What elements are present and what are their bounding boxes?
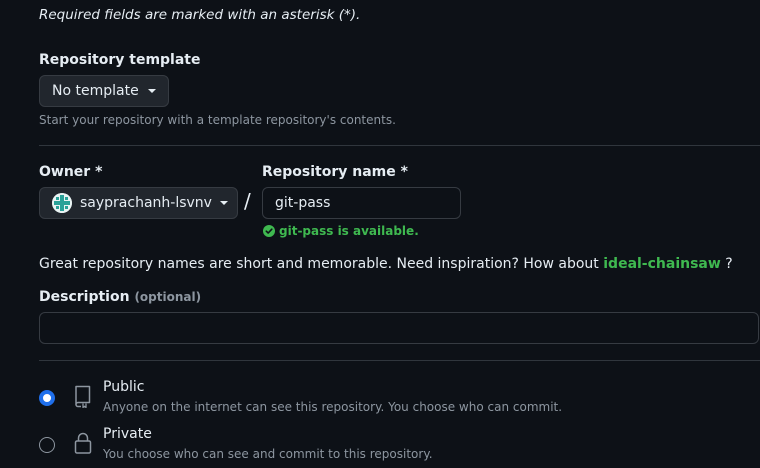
repo-name-label: Repository name * [262, 164, 408, 180]
private-radio[interactable] [39, 437, 55, 453]
owner-select-button[interactable]: sayprachanh-lsvnv [39, 187, 238, 219]
owner-repo-separator: / [244, 189, 251, 213]
avatar [52, 193, 72, 213]
public-radio[interactable] [39, 390, 55, 406]
chevron-down-icon [219, 201, 228, 205]
availability-message: git-pass is available. [263, 224, 419, 238]
name-inspiration: Great repository names are short and mem… [39, 256, 733, 272]
optional-hint: (optional) [134, 290, 202, 304]
description-input[interactable] [39, 312, 759, 344]
suggested-name-link[interactable]: ideal-chainsaw [603, 256, 721, 272]
identicon-icon [52, 193, 72, 213]
lock-icon [73, 431, 93, 459]
repo-name-input[interactable] [262, 187, 461, 219]
repo-icon [73, 384, 93, 412]
owner-select-value: sayprachanh-lsvnv [80, 195, 212, 211]
template-label: Repository template [39, 52, 201, 68]
private-description: You choose who can see and commit to thi… [103, 447, 433, 461]
inspiration-tail: ? [725, 256, 733, 272]
required-fields-note: Required fields are marked with an aster… [39, 7, 361, 23]
new-repository-form: Required fields are marked with an aster… [0, 0, 760, 468]
chevron-down-icon [148, 89, 156, 93]
description-label-text: Description [39, 289, 130, 305]
availability-text: git-pass is available. [279, 224, 419, 238]
owner-label: Owner * [39, 164, 103, 180]
template-select-button[interactable]: No template [39, 75, 169, 107]
description-label: Description (optional) [39, 289, 201, 305]
template-select-value: No template [52, 83, 139, 99]
section-divider [39, 360, 760, 361]
section-divider [39, 145, 760, 146]
inspiration-text: Great repository names are short and mem… [39, 256, 599, 272]
public-title: Public [103, 379, 145, 395]
check-circle-icon [263, 225, 275, 237]
template-helper-text: Start your repository with a template re… [39, 113, 396, 127]
public-description: Anyone on the internet can see this repo… [103, 400, 563, 414]
private-title: Private [103, 426, 152, 442]
